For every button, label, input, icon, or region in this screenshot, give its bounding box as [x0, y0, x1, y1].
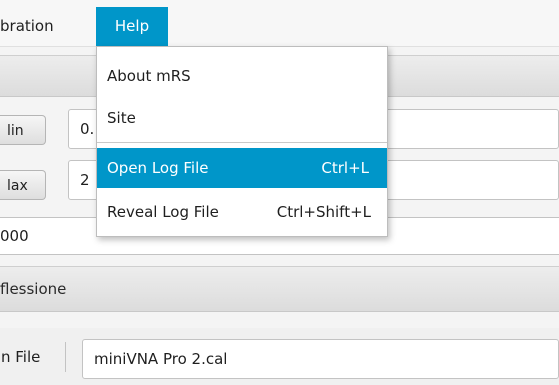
menu-item-about[interactable]: About mRS: [97, 56, 387, 96]
menu-item-open-log-file[interactable]: Open Log File Ctrl+L: [97, 148, 387, 188]
menu-item-label: Open Log File: [107, 159, 209, 177]
menu-item-reveal-log-file[interactable]: Reveal Log File Ctrl+Shift+L: [97, 192, 387, 232]
menu-item-shortcut: Ctrl+L: [321, 159, 369, 177]
menu-item-site[interactable]: Site: [97, 98, 387, 138]
menu-item-label: Site: [107, 109, 136, 127]
menu-separator: [97, 142, 387, 143]
menu-calibration[interactable]: bration: [0, 7, 90, 46]
menu-item-label: Reveal Log File: [107, 203, 219, 221]
max-button[interactable]: lax: [0, 170, 46, 200]
min-button[interactable]: lin: [0, 115, 46, 145]
section-title: flessione: [0, 280, 67, 298]
menu-item-shortcut: Ctrl+Shift+L: [276, 203, 371, 221]
help-menu-popup: About mRS Site Open Log File Ctrl+L Reve…: [96, 46, 388, 237]
calibration-file-label: n File: [0, 342, 66, 372]
menu-help[interactable]: Help: [96, 7, 168, 46]
menu-item-label: About mRS: [107, 67, 191, 85]
section-header-reflection[interactable]: [0, 266, 559, 312]
calibration-file-field[interactable]: miniVNA Pro 2.cal: [82, 339, 559, 379]
